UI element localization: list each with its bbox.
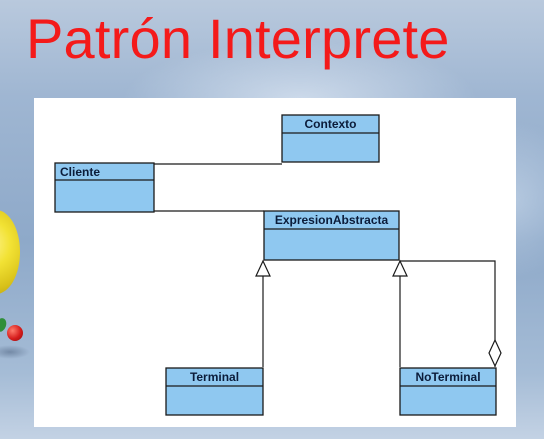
shadow-decoration bbox=[0, 345, 30, 359]
uml-diagram-panel: Contexto Cliente ExpresionAbstracta Term… bbox=[34, 98, 516, 427]
class-expresionabstracta: ExpresionAbstracta bbox=[263, 210, 400, 261]
aggregation-noterminal-expresionabstracta bbox=[400, 260, 502, 368]
generalization-noterminal bbox=[392, 259, 408, 367]
class-name-cliente: Cliente bbox=[60, 165, 100, 179]
class-contexto: Contexto bbox=[281, 114, 380, 163]
aggregation-diamond-icon bbox=[488, 338, 502, 368]
inheritance-arrow-icon bbox=[255, 259, 271, 277]
uml-class-diagram: Contexto Cliente ExpresionAbstracta Term… bbox=[54, 114, 502, 416]
class-noterminal: NoTerminal bbox=[399, 367, 497, 416]
class-name-expresionabstracta: ExpresionAbstracta bbox=[275, 213, 389, 227]
sun-decoration-icon bbox=[0, 210, 20, 294]
inheritance-arrow-icon bbox=[392, 259, 408, 277]
red-ball-decoration-icon bbox=[7, 325, 23, 341]
class-cliente: Cliente bbox=[54, 162, 155, 213]
slide-title: Patrón Interprete bbox=[26, 7, 450, 70]
generalization-terminal bbox=[255, 259, 271, 367]
class-name-noterminal: NoTerminal bbox=[415, 370, 480, 384]
class-name-contexto: Contexto bbox=[305, 117, 357, 131]
class-name-terminal: Terminal bbox=[190, 370, 239, 384]
class-terminal: Terminal bbox=[165, 367, 264, 416]
